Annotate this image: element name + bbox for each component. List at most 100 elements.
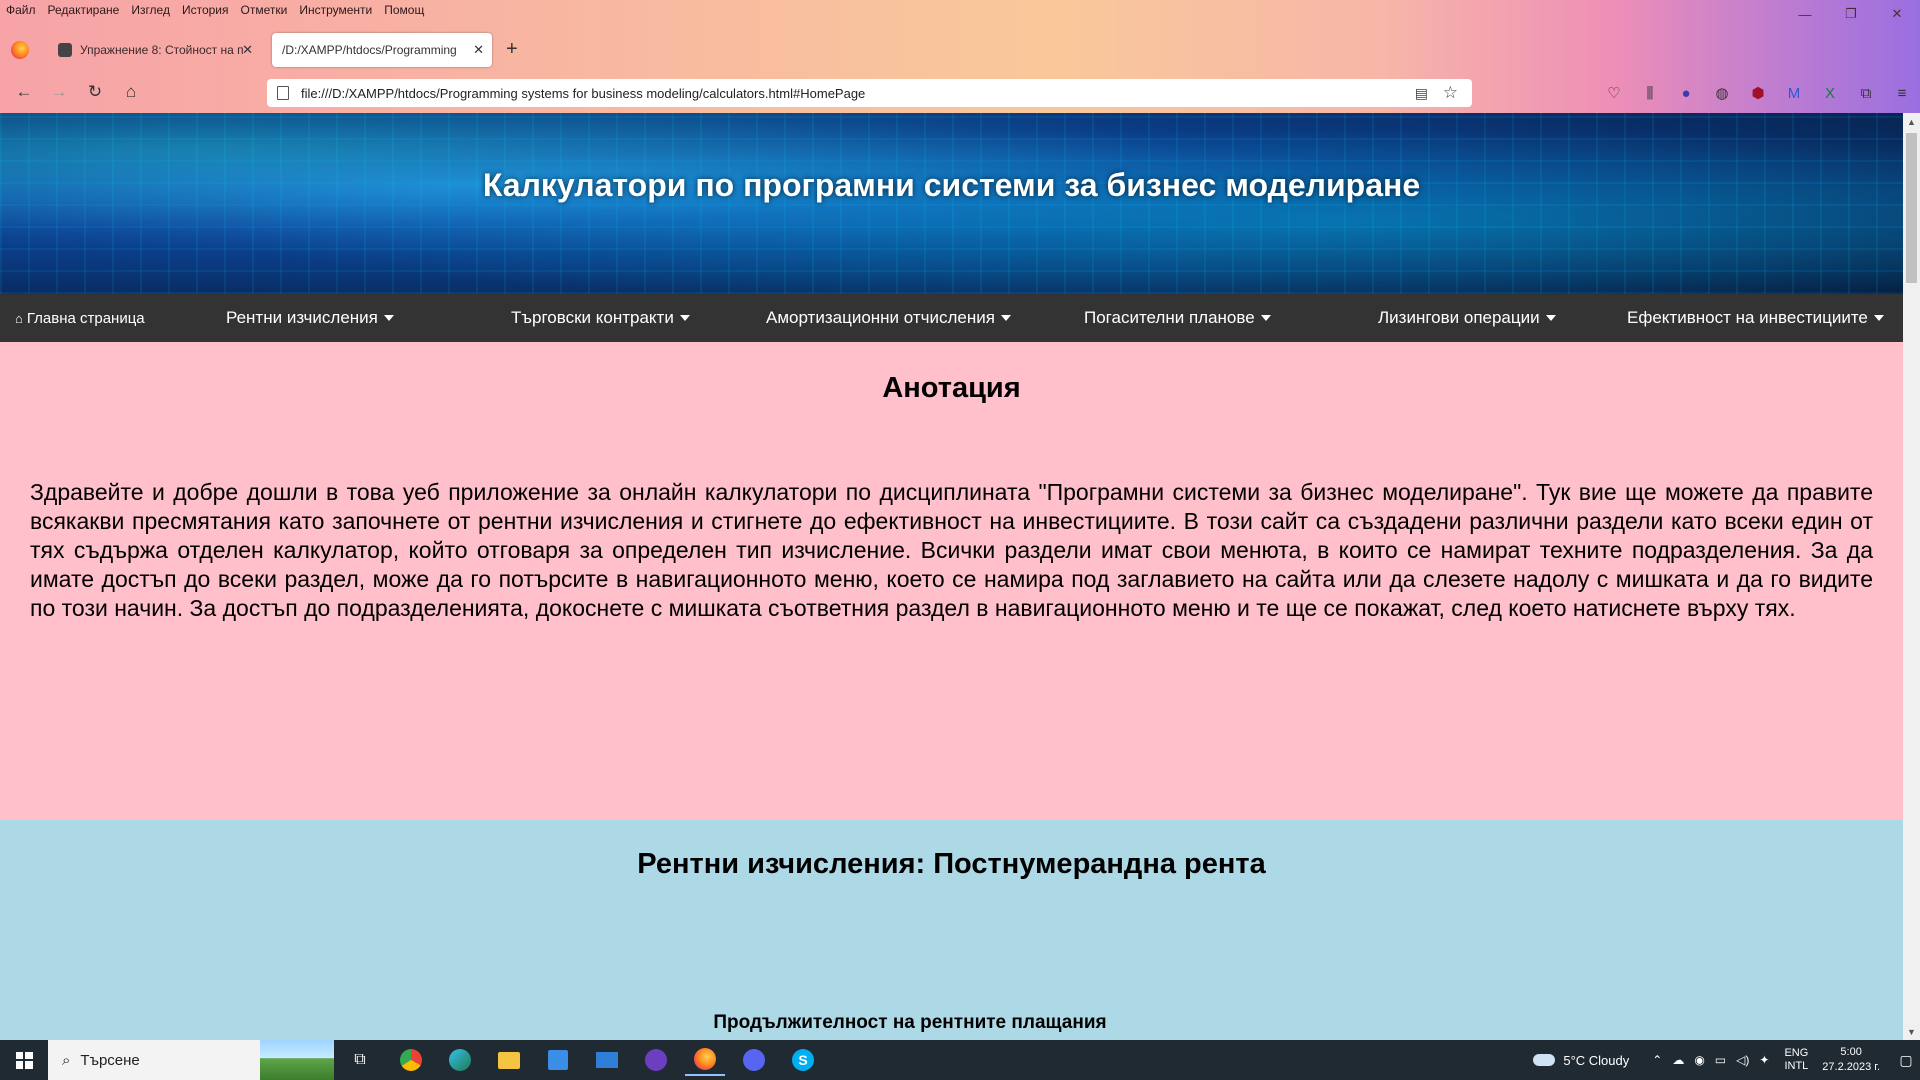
clock-date: 27.2.2023 г. [1822,1061,1880,1073]
onedrive-icon[interactable]: ☁ [1672,1053,1684,1067]
lang-code: ENG [1784,1047,1809,1059]
new-tab-icon[interactable]: + [506,38,518,61]
cloud-icon [1533,1054,1556,1066]
menu-history[interactable]: История [182,3,229,17]
skype-icon[interactable]: S [783,1044,823,1076]
nav-trade-contracts[interactable]: Търговски контракти [511,294,690,342]
task-view-icon[interactable]: ⧉ [340,1044,380,1076]
network-icon[interactable]: ▭ [1715,1053,1726,1067]
scrollbar-thumb[interactable] [1906,133,1917,283]
browser-chrome: Файл Редактиране Изглед История Отметки … [0,0,1920,113]
toolbar-icons: ♡ ⫼ ● ◍ ⬢ M X ⧉ ≡ [1596,80,1920,106]
bookmark-star-icon[interactable]: ☆ [1443,83,1458,103]
tab-title: Упражнение 8: Стойност на п [80,43,244,57]
tab-exercise[interactable]: Упражнение 8: Стойност на п ✕ [48,33,261,67]
back-icon[interactable]: ← [12,80,36,104]
minimize-button[interactable]: — [1782,0,1828,28]
house-icon: ⌂ [15,310,23,326]
ublock-icon[interactable]: ⬢ [1740,84,1776,102]
site-navigation: ⌂ Главна страница Рентни изчисления Търг… [0,294,1903,342]
nav-investment-efficiency[interactable]: Ефективност на инвестициите [1627,294,1884,342]
nav-leasing[interactable]: Лизингови операции [1378,294,1556,342]
close-window-button[interactable]: ✕ [1874,0,1920,28]
search-icon: ⌕ [62,1051,71,1069]
site-title: Калкулатори по програмни системи за бизн… [482,167,1421,203]
caret-down-icon [1545,315,1556,321]
extension-x-icon[interactable]: X [1812,85,1848,102]
volume-icon[interactable]: ◁) [1736,1053,1749,1067]
caret-down-icon [1873,315,1884,321]
web-page: Калкулатори по програмни системи за бизн… [0,113,1903,1040]
weather-widget[interactable]: 5°C Cloudy [1533,1053,1629,1068]
dropbox-icon[interactable]: ✦ [1759,1053,1769,1067]
discord-icon[interactable] [734,1044,774,1076]
caret-down-icon [1000,315,1011,321]
menu-view[interactable]: Изглед [131,3,170,17]
search-highlight-image [260,1040,334,1080]
annotation-text: Здравейте и добре дошли в това уеб прило… [30,479,1873,621]
header-banner: Калкулатори по програмни системи за бизн… [0,113,1903,294]
page-scrollbar[interactable]: ▲ ▼ [1903,113,1920,1040]
page-icon [277,86,289,100]
section-heading: Рентни изчисления: Постнумерандна рента [637,848,1266,880]
annotation-heading: Анотация [882,372,1021,404]
extension-info-icon[interactable]: ● [1668,85,1704,102]
restore-button[interactable]: ❐ [1828,0,1874,28]
scroll-up-icon[interactable]: ▲ [1903,113,1920,130]
forward-icon[interactable]: → [47,80,71,104]
nav-label: Лизингови операции [1378,308,1540,327]
edge-icon[interactable] [440,1044,480,1076]
hamburger-menu-icon[interactable]: ≡ [1884,85,1920,102]
menu-edit[interactable]: Редактиране [48,3,120,17]
url-text[interactable]: file:///D:/XAMPP/htdocs/Programming syst… [301,86,865,101]
nav-rent-calculations[interactable]: Рентни изчисления [226,294,394,342]
tab-title: /D:/XAMPP/htdocs/Programming [282,43,457,57]
reader-view-icon[interactable]: ▤ [1415,85,1428,102]
postnumerando-rent-section: Рентни изчисления: Постнумерандна рента … [0,820,1903,1040]
close-tab-icon[interactable]: ✕ [242,42,253,58]
caret-down-icon [679,315,690,321]
reload-icon[interactable]: ↻ [83,80,107,104]
system-tray: 5°C Cloudy ⌃ ☁ ◉ ▭ ◁) ✦ ENG INTL 5:00 27… [1533,1040,1920,1080]
lang-layout: INTL [1784,1060,1809,1072]
tab-favicon-icon [58,43,72,57]
extensions-puzzle-icon[interactable]: ⧉ [1848,85,1884,102]
address-bar[interactable]: file:///D:/XAMPP/htdocs/Programming syst… [267,79,1472,107]
nav-label: Рентни изчисления [226,308,378,327]
firefox-logo-icon[interactable] [11,41,29,59]
file-explorer-icon[interactable] [489,1044,529,1076]
scroll-down-icon[interactable]: ▼ [1903,1023,1920,1040]
menu-file[interactable]: Файл [6,3,36,17]
microsoft-store-icon[interactable] [538,1044,578,1076]
tray-chevron-up-icon[interactable]: ⌃ [1652,1053,1662,1067]
nav-depreciation[interactable]: Амортизационни отчисления [766,294,1011,342]
taskbar-search[interactable]: ⌕ Търсене [48,1040,334,1080]
chrome-icon[interactable] [391,1044,431,1076]
camera-icon[interactable]: ◉ [1694,1053,1704,1067]
tab-calculators[interactable]: /D:/XAMPP/htdocs/Programming ✕ [272,33,492,67]
notifications-icon[interactable]: ▢ [1892,1052,1920,1069]
language-indicator[interactable]: ENG INTL [1784,1047,1808,1073]
start-button[interactable] [0,1040,48,1080]
firefox-taskbar-icon[interactable] [685,1044,725,1076]
nav-label: Търговски контракти [511,308,674,327]
nav-home[interactable]: ⌂ Главна страница [15,294,145,342]
mail-icon[interactable] [587,1044,627,1076]
extension-m-icon[interactable]: M [1776,85,1812,102]
search-placeholder: Търсене [80,1051,140,1069]
library-icon[interactable]: ⫼ [1632,85,1668,102]
clock[interactable]: 5:00 27.2.2023 г. [1822,1045,1880,1075]
menu-bookmarks[interactable]: Отметки [241,3,288,17]
home-icon[interactable]: ⌂ [119,80,143,104]
annotation-section: Анотация Здравейте и добре дошли в това … [0,342,1903,820]
menu-tools[interactable]: Инструменти [299,3,372,17]
game-app-icon[interactable] [636,1044,676,1076]
nav-label: Ефективност на инвестициите [1627,308,1868,327]
extension-glasses-icon[interactable]: ◍ [1704,84,1740,102]
close-tab-icon[interactable]: ✕ [473,42,484,58]
menu-help[interactable]: Помощ [384,3,424,17]
pocket-icon[interactable]: ♡ [1596,84,1632,102]
nav-repayment-plans[interactable]: Погасителни планове [1084,294,1271,342]
weather-text: 5°C Cloudy [1563,1052,1630,1068]
payments-duration-label: Продължителност на рентните плащания [713,1012,1107,1033]
